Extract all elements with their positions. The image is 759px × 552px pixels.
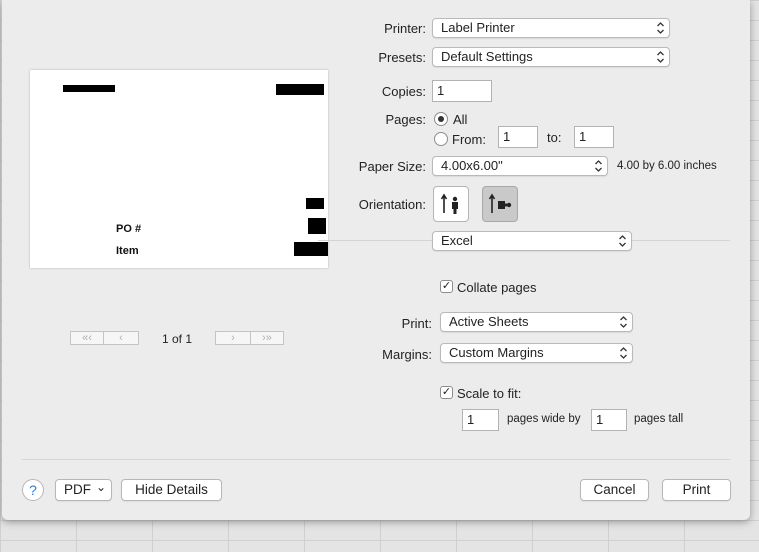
orientation-label: Orientation: — [358, 197, 426, 212]
paper-size-value: 4.00x6.00" — [441, 158, 503, 173]
section-value: Excel — [441, 233, 473, 248]
collate-checkbox[interactable]: ✓ — [440, 280, 453, 293]
help-button[interactable]: ? — [22, 479, 44, 501]
print-what-value: Active Sheets — [449, 314, 529, 329]
presets-label: Presets: — [378, 50, 426, 65]
print-button[interactable]: Print — [662, 479, 731, 501]
previous-page-button[interactable]: ‹ — [103, 331, 139, 345]
print-preview: PO # Item — [30, 70, 328, 268]
margins-label: Margins: — [382, 347, 432, 362]
footer-divider — [22, 459, 730, 460]
printer-label: Printer: — [384, 21, 426, 36]
paper-size-description: 4.00 by 6.00 inches — [617, 160, 717, 172]
help-icon: ? — [29, 482, 37, 498]
pages-from-radio[interactable] — [434, 132, 448, 146]
paper-size-label: Paper Size: — [358, 159, 426, 174]
chevron-updown-icon — [619, 346, 628, 360]
redacted-text — [63, 85, 115, 92]
last-page-button[interactable]: ›» — [250, 331, 284, 345]
redacted-text — [306, 198, 324, 209]
pages-to-label: to: — [547, 130, 562, 145]
copies-field[interactable]: 1 — [432, 80, 492, 102]
redacted-text — [294, 242, 328, 256]
pages-to-field[interactable]: 1 — [574, 126, 614, 148]
scale-to-fit-label: Scale to fit: — [457, 386, 522, 401]
pages-tall-label: pages tall — [634, 413, 684, 425]
scale-to-fit-checkbox[interactable]: ✓ — [440, 386, 453, 399]
margins-select[interactable]: Custom Margins — [440, 343, 633, 363]
chevron-down-icon: ⌄ — [95, 480, 106, 494]
landscape-person-icon — [488, 191, 514, 220]
page-indicator: 1 of 1 — [162, 332, 193, 346]
pages-all-label: All — [453, 112, 468, 127]
portrait-person-icon — [440, 191, 464, 220]
print-what-select[interactable]: Active Sheets — [440, 312, 633, 332]
cancel-button[interactable]: Cancel — [580, 479, 649, 501]
first-page-button[interactable]: «‹ — [70, 331, 104, 345]
next-page-button[interactable]: › — [215, 331, 251, 345]
pages-wide-field[interactable]: 1 — [462, 409, 499, 431]
paper-size-select[interactable]: 4.00x6.00" — [432, 156, 608, 176]
orientation-portrait-button[interactable] — [433, 186, 469, 222]
print-dialog: PO # Item «‹ ‹ 1 of 1 › ›» Printer: Labe… — [2, 0, 750, 520]
pages-tall-field[interactable]: 1 — [591, 409, 627, 431]
preview-po-label: PO # — [116, 223, 142, 235]
presets-value: Default Settings — [441, 49, 533, 64]
redacted-text — [276, 84, 324, 95]
margins-value: Custom Margins — [449, 345, 544, 360]
print-what-label: Print: — [401, 316, 432, 331]
hide-details-button[interactable]: Hide Details — [121, 479, 222, 501]
chevron-updown-icon — [618, 234, 627, 248]
pages-from-label: From: — [452, 132, 486, 147]
pages-wide-label: pages wide by — [507, 413, 581, 425]
copies-label: Copies: — [381, 84, 426, 99]
presets-select[interactable]: Default Settings — [432, 47, 670, 67]
pdf-label: PDF — [64, 482, 91, 497]
chevron-updown-icon — [594, 159, 603, 173]
preview-item-label: Item — [116, 245, 139, 257]
printer-select[interactable]: Label Printer — [432, 18, 670, 38]
pdf-menu-button[interactable]: PDF ⌄ — [55, 479, 112, 501]
section-select[interactable]: Excel — [432, 231, 632, 251]
chevron-updown-icon — [656, 21, 665, 35]
orientation-landscape-button[interactable] — [482, 186, 518, 222]
collate-label: Collate pages — [457, 280, 537, 295]
redacted-text — [308, 218, 326, 234]
printer-value: Label Printer — [441, 20, 515, 35]
chevron-updown-icon — [656, 50, 665, 64]
pages-from-field[interactable]: 1 — [498, 126, 538, 148]
chevron-updown-icon — [619, 315, 628, 329]
pages-label: Pages: — [385, 112, 426, 127]
pages-all-radio[interactable] — [434, 112, 448, 126]
